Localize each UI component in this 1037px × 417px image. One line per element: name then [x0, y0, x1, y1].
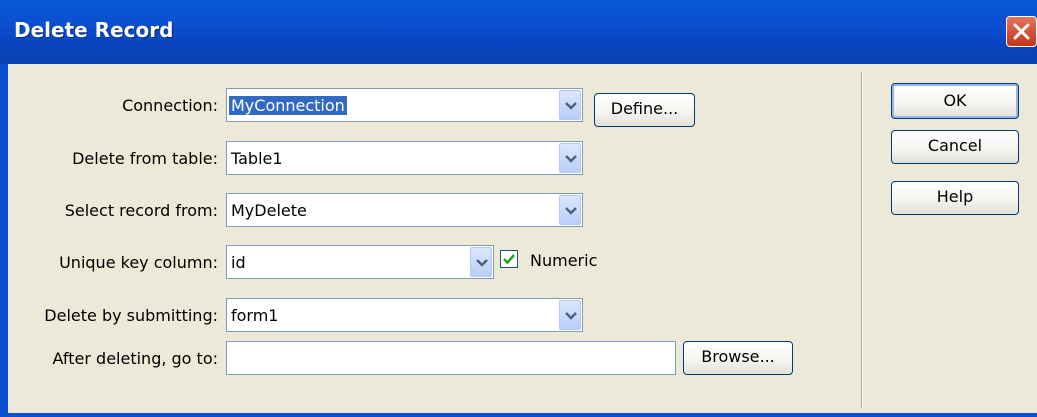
unique-key-column-dropdown-button[interactable]	[470, 247, 492, 277]
chevron-down-icon	[565, 102, 577, 110]
help-button[interactable]: Help	[891, 181, 1019, 215]
after-deleting-label: After deleting, go to:	[52, 349, 218, 368]
after-deleting-input[interactable]	[226, 341, 676, 375]
select-record-from-label: Select record from:	[64, 201, 218, 220]
vertical-separator	[861, 72, 863, 408]
unique-key-column-value: id	[231, 253, 246, 272]
chevron-down-icon	[565, 312, 577, 320]
checkmark-icon	[503, 254, 515, 265]
unique-key-column-select[interactable]: id	[226, 245, 494, 279]
delete-from-table-dropdown-button[interactable]	[559, 143, 581, 173]
chevron-down-icon	[565, 207, 577, 215]
delete-by-submitting-value: form1	[231, 306, 279, 325]
cancel-button[interactable]: Cancel	[891, 130, 1019, 164]
select-record-from-dropdown-button[interactable]	[559, 195, 581, 225]
window-title: Delete Record	[14, 18, 174, 42]
close-button[interactable]	[1006, 16, 1037, 47]
unique-key-column-label: Unique key column:	[59, 253, 218, 272]
delete-from-table-label: Delete from table:	[72, 149, 218, 168]
ok-button[interactable]: OK	[891, 83, 1019, 119]
delete-by-submitting-label: Delete by submitting:	[44, 306, 218, 325]
chevron-down-icon	[565, 155, 577, 163]
delete-from-table-value: Table1	[231, 149, 283, 168]
select-record-from-select[interactable]: MyDelete	[226, 193, 583, 227]
close-icon	[1013, 23, 1030, 40]
define-button[interactable]: Define...	[594, 93, 695, 127]
window-frame-left	[0, 64, 8, 417]
connection-select[interactable]: MyConnection	[226, 88, 583, 122]
delete-by-submitting-select[interactable]: form1	[226, 298, 583, 332]
connection-value: MyConnection	[229, 96, 347, 115]
browse-button[interactable]: Browse...	[683, 341, 793, 375]
numeric-checkbox[interactable]	[500, 250, 518, 268]
connection-label: Connection:	[122, 96, 218, 115]
select-record-from-value: MyDelete	[231, 201, 307, 220]
delete-from-table-select[interactable]: Table1	[226, 141, 583, 175]
connection-dropdown-button[interactable]	[559, 90, 581, 120]
window-frame-bottom	[0, 413, 1037, 417]
chevron-down-icon	[476, 259, 488, 267]
numeric-label: Numeric	[530, 251, 598, 270]
title-bar[interactable]: Delete Record	[0, 0, 1037, 64]
delete-by-submitting-dropdown-button[interactable]	[559, 300, 581, 330]
